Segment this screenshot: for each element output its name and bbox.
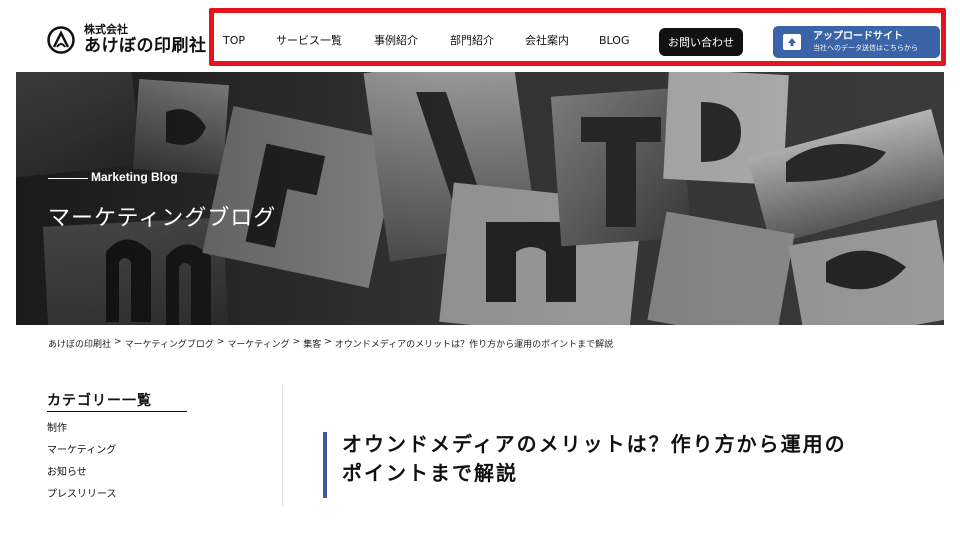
sidebar-item-news[interactable]: お知らせ — [47, 462, 187, 484]
breadcrumb-current: オウンドメディアのメリットは？作り方から運用のポイントまで解説 — [334, 340, 614, 350]
logo-company-name: あけぼの印刷社 — [84, 36, 207, 56]
nav-departments[interactable]: 部門紹介 — [450, 32, 494, 48]
article-title-accent-bar — [323, 432, 327, 498]
contact-button[interactable]: お問い合わせ — [659, 28, 743, 56]
nav-company[interactable]: 会社案内 — [525, 32, 569, 48]
breadcrumb: あけぼの印刷社 > マーケティングブログ > マーケティング > 集客 > オウ… — [48, 337, 613, 350]
breadcrumb-marketing-blog[interactable]: マーケティングブログ — [125, 337, 214, 350]
breadcrumb-marketing[interactable]: マーケティング — [227, 337, 289, 350]
nav-services[interactable]: サービス一覧 — [276, 32, 342, 48]
article-header: オウンドメディアのメリットは？作り方から運用の ポイントまで解説 — [323, 430, 923, 498]
breadcrumb-customer-acquisition[interactable]: 集客 — [303, 337, 321, 350]
sidebar-item-press-release[interactable]: プレスリリース — [47, 484, 187, 506]
upload-site-button[interactable]: アップロードサイト 当社へのデータ送信はこちらから — [773, 26, 940, 58]
nav-blog[interactable]: BLOG — [599, 34, 629, 47]
site-header: 株式会社 あけぼの印刷社 TOP サービス一覧 事例紹介 部門紹介 会社案内 B… — [0, 0, 960, 72]
sidebar-divider — [282, 386, 283, 506]
upload-subtitle: 当社へのデータ送信はこちらから — [813, 44, 918, 52]
breadcrumb-separator: > — [324, 337, 332, 347]
article-title-line-1: オウンドメディアのメリットは？作り方から運用の — [342, 432, 847, 456]
hero-subtitle-rule — [48, 178, 88, 179]
article-title: オウンドメディアのメリットは？作り方から運用の ポイントまで解説 — [342, 430, 923, 488]
sidebar-title: カテゴリー一覧 — [47, 390, 187, 412]
nav-top[interactable]: TOP — [223, 34, 245, 47]
logo-mark-icon — [47, 26, 75, 54]
logo-company-prefix: 株式会社 — [84, 23, 128, 36]
hero-subtitle: Marketing Blog — [91, 170, 178, 184]
breadcrumb-home[interactable]: あけぼの印刷社 — [48, 337, 111, 350]
upload-folder-icon — [783, 34, 801, 50]
site-logo[interactable]: 株式会社 あけぼの印刷社 — [46, 24, 207, 56]
main-nav: TOP サービス一覧 事例紹介 部門紹介 会社案内 BLOG — [223, 24, 629, 56]
sidebar-item-marketing[interactable]: マーケティング — [47, 440, 187, 462]
hero-title: マーケティングブログ — [48, 206, 277, 231]
category-sidebar: カテゴリー一覧 制作 マーケティング お知らせ プレスリリース — [47, 390, 187, 506]
article-title-line-2: ポイントまで解説 — [342, 461, 518, 485]
breadcrumb-separator: > — [216, 337, 225, 347]
breadcrumb-separator: > — [292, 337, 301, 347]
nav-case-studies[interactable]: 事例紹介 — [374, 32, 418, 48]
sidebar-item-production[interactable]: 制作 — [47, 418, 187, 440]
letterpress-background-image — [16, 72, 944, 325]
breadcrumb-separator: > — [114, 337, 122, 347]
hero-banner: Marketing Blog マーケティングブログ — [16, 72, 944, 325]
upload-title: アップロードサイト — [813, 31, 903, 42]
